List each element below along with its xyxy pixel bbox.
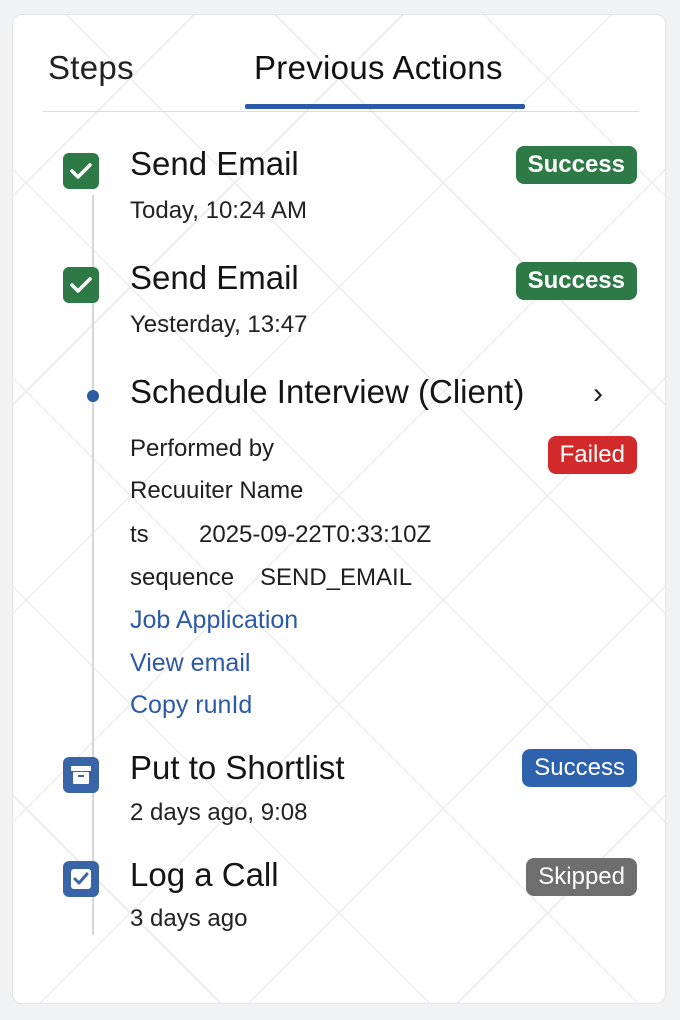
timeline-dot <box>87 390 99 402</box>
tab-previous-actions[interactable]: Previous Actions <box>254 49 503 87</box>
status-badge: Success <box>515 262 637 300</box>
chevron-right-icon[interactable]: › <box>593 377 603 411</box>
action-title: Log a Call <box>130 856 279 893</box>
status-badge: Skipped <box>526 858 637 896</box>
sequence-label: sequence <box>130 564 235 591</box>
status-badge: Success <box>522 749 637 787</box>
check-icon <box>63 861 99 897</box>
performed-by-name: Recuuiter Name <box>130 477 304 504</box>
action-time: Today, 10:24 AM <box>130 197 307 224</box>
tab-steps[interactable]: Steps <box>48 49 134 87</box>
status-badge: Failed <box>547 436 637 474</box>
check-icon <box>63 153 99 189</box>
timeline-line <box>92 195 94 935</box>
tab-bar: Steps Previous Actions <box>43 15 639 112</box>
ts-label: ts <box>130 521 149 548</box>
action-time: 3 days ago <box>130 905 248 932</box>
action-title: Send Email <box>130 259 299 296</box>
action-title: Schedule Interview (Client) <box>130 373 525 410</box>
copy-runid-link[interactable]: Copy runId <box>130 691 252 720</box>
action-title: Send Email <box>130 145 299 182</box>
archive-box-icon <box>63 757 99 793</box>
check-icon <box>63 267 99 303</box>
performed-by-label: Performed by <box>130 435 275 462</box>
sequence-value: SEND_EMAIL <box>260 564 413 591</box>
status-badge: Success <box>515 146 637 184</box>
action-title: Put to Shortlist <box>130 749 345 786</box>
action-time: Yesterday, 13:47 <box>130 311 308 338</box>
view-email-link[interactable]: View email <box>130 649 250 678</box>
ts-value: 2025-09-22T0:33:10Z <box>199 521 432 548</box>
action-time: 2 days ago, 9:08 <box>130 799 308 826</box>
job-application-link[interactable]: Job Application <box>130 606 298 635</box>
previous-actions-panel: Steps Previous Actions Send Email Today,… <box>12 14 666 1004</box>
active-tab-indicator <box>245 104 525 109</box>
